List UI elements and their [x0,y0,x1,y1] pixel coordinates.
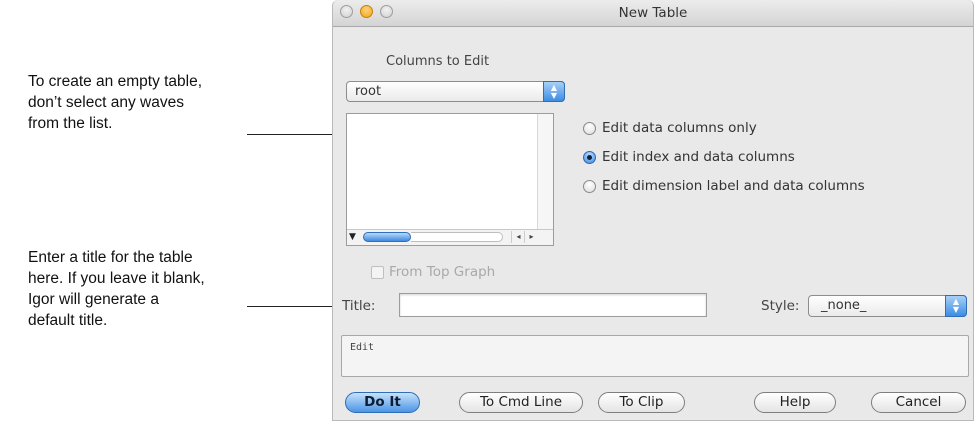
callout-line-3: from the list. [28,115,113,132]
to-clip-button[interactable]: To Clip [598,392,685,413]
window-title: New Table [618,5,688,21]
radio-label: Edit index and data columns [602,149,795,165]
callout-line-1: To create an empty table, [28,73,203,90]
popup-arrows-icon: ▲ ▼ [945,295,967,317]
callout-title-hint: Enter a title for the table here. If you… [28,247,205,331]
radio-button-selected[interactable] [583,151,596,164]
callout-line-3: Igor will generate a [28,291,159,308]
scroll-left-icon[interactable]: ◂ [511,231,525,243]
style-label: Style: [761,298,800,314]
to-cmd-line-button[interactable]: To Cmd Line [459,392,583,413]
callout-line-1: Enter a title for the table [28,249,193,266]
title-input[interactable] [399,293,707,317]
help-button[interactable]: Help [754,392,836,413]
from-top-graph-label: From Top Graph [389,264,496,280]
style-value: _none_ [821,298,867,313]
vertical-scrollbar[interactable] [537,114,553,230]
radio-button[interactable] [583,180,596,193]
popup-arrows-icon: ▲ ▼ [543,81,565,102]
style-popup[interactable]: _none_ ▲ ▼ [808,295,967,317]
from-top-graph-checkbox[interactable] [371,266,384,279]
waves-listbox[interactable]: ▼ ◂ ▸ [346,113,554,246]
callout-line-2: here. If you leave it blank, [28,270,205,287]
cancel-button[interactable]: Cancel [871,392,966,413]
data-folder-value: root [355,84,382,99]
columns-to-edit-label: Columns to Edit [386,54,490,69]
callout-line-2: don’t select any waves [28,94,184,111]
radio-button[interactable] [583,122,596,135]
scroll-track[interactable] [411,232,503,242]
radio-label: Edit dimension label and data columns [602,178,865,194]
data-folder-popup[interactable]: root ▲ ▼ [346,81,565,102]
do-it-button[interactable]: Do It [345,392,420,413]
title-label: Title: [342,298,376,314]
new-table-dialog: New Table Columns to Edit root ▲ ▼ ▼ ◂ ▸ … [332,0,974,421]
list-menu-icon[interactable]: ▼ [349,232,359,242]
radio-label: Edit data columns only [602,120,757,136]
callout-leader-line [247,306,337,307]
title-bar: New Table [333,0,973,27]
scroll-right-icon[interactable]: ▸ [524,231,538,243]
callout-line-4: default title. [28,312,108,329]
callout-empty-table: To create an empty table, don’t select a… [28,71,202,134]
horizontal-scrollbar[interactable]: ▼ ◂ ▸ [347,229,553,245]
command-preview: Edit [341,335,969,377]
scroll-thumb[interactable] [363,232,411,242]
